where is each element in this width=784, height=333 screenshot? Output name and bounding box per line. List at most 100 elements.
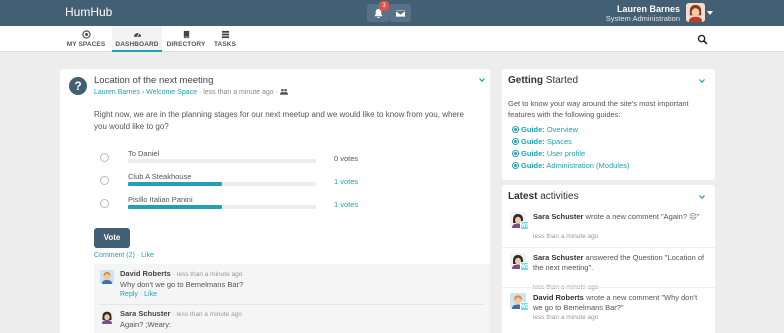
play-circle-icon <box>512 150 519 157</box>
guide-overview-link[interactable]: Guide: Overview <box>512 125 578 134</box>
envelope-icon <box>395 9 405 17</box>
chevron-down-icon[interactable] <box>699 78 705 84</box>
user-title: System Administration <box>605 14 680 23</box>
activity-text: Sara Schuster answered the Question "Loc… <box>533 253 708 273</box>
messages-button[interactable] <box>389 4 411 22</box>
comment-avatar[interactable] <box>100 270 114 284</box>
search-icon[interactable] <box>697 34 708 45</box>
poll-vote-count[interactable]: 1 votes <box>334 177 358 186</box>
guide-label: Overview <box>546 125 579 134</box>
user-avatar[interactable] <box>686 3 705 22</box>
poll-vote-count: 0 votes <box>334 154 359 163</box>
comment-avatar[interactable] <box>100 310 114 324</box>
comment-time: less than a minute ago <box>176 271 243 278</box>
poll-post-panel: ? Location of the next meeting Lauren Ba… <box>60 69 490 333</box>
tachometer-icon <box>133 32 141 37</box>
book-icon <box>183 30 189 39</box>
poll-option-radio[interactable] <box>100 176 109 185</box>
question-icon: ? <box>69 77 87 95</box>
top-bar: HumHub 3 Lauren Barnes System Administra… <box>0 0 784 26</box>
guide-administration-link[interactable]: Guide: Administration (Modules) <box>512 161 629 170</box>
title-bold: Getting <box>508 75 543 86</box>
getting-started-title: Getting Started <box>508 75 578 86</box>
dot-circle-icon <box>81 30 91 39</box>
comments-section: David Roberts · less than a minute ago W… <box>94 264 490 333</box>
brand-logo[interactable]: HumHub <box>65 5 112 19</box>
notification-count-badge: 3 <box>379 1 389 11</box>
comment-author[interactable]: David Roberts <box>120 269 171 278</box>
user-name[interactable]: Lauren Barnes <box>560 4 680 14</box>
post-title: Location of the next meeting <box>94 75 214 86</box>
guide-prefix: Guide: <box>521 161 545 170</box>
poll-option-radio[interactable] <box>100 153 109 162</box>
activity-text: Sara Schuster wrote a new comment "Again… <box>533 212 708 222</box>
activity-divider <box>502 287 715 288</box>
post-author-link[interactable]: Lauren Barnes <box>94 89 140 96</box>
post-meta: Lauren Barnes › Welcome Space · less tha… <box>94 88 288 96</box>
activity-text: David Roberts wrote a new comment "Why d… <box>533 293 708 313</box>
poll-option-label: To Daniel <box>128 149 160 158</box>
comment-header: David Roberts · less than a minute ago <box>120 269 242 278</box>
comment-actions: Reply · Like <box>120 291 157 298</box>
post-time: less than a minute ago <box>203 89 274 96</box>
title-rest: Started <box>543 75 579 86</box>
comment-header: Sara Schuster · less than a minute ago <box>120 309 242 318</box>
nav-label: DASHBOARD <box>115 41 159 48</box>
activity-author: David Roberts <box>533 293 584 302</box>
nav-my-spaces[interactable]: MY SPACES <box>62 26 110 52</box>
comment-text: Why don't we go to Bemelmans Bar? <box>120 280 244 289</box>
poll-option: Pisillo Italian Panini 1 votes <box>100 195 360 212</box>
activity-divider <box>502 247 715 248</box>
poll-vote-count[interactable]: 1 votes <box>334 200 358 209</box>
guide-label: Spaces <box>546 137 572 146</box>
play-circle-icon <box>512 126 519 133</box>
nav-label: MY SPACES <box>66 41 106 48</box>
poll-option-label: Pisillo Italian Panini <box>128 195 193 204</box>
like-link[interactable]: Like <box>141 252 154 259</box>
nav-label: TASKS <box>213 41 237 48</box>
nav-tasks[interactable]: TASKS <box>210 26 240 52</box>
avatar-image <box>686 3 705 22</box>
title-rest: activities <box>537 191 579 202</box>
chevron-down-icon[interactable] <box>479 77 485 83</box>
guide-label: User profile <box>546 149 586 158</box>
poll-result-fill <box>128 205 222 209</box>
space-badge: WS <box>520 302 530 311</box>
poll-option-label: Club A Steakhouse <box>128 172 192 181</box>
space-badge: WS <box>520 262 530 271</box>
post-actions: Comment (2) · Like <box>94 252 154 259</box>
comment-divider <box>100 304 484 305</box>
latest-activities-panel: Latest activities WS Sara Schuster wrote… <box>502 185 715 333</box>
nav-dashboard[interactable]: DASHBOARD <box>112 26 162 52</box>
guide-user-profile-link[interactable]: Guide: User profile <box>512 149 585 158</box>
getting-started-intro: Get to know your way around the site's m… <box>508 99 689 119</box>
avatar-image <box>100 310 114 324</box>
post-space-link[interactable]: Welcome Space <box>146 89 197 96</box>
comment-author[interactable]: Sara Schuster <box>120 309 170 318</box>
guide-spaces-link[interactable]: Guide: Spaces <box>512 137 572 146</box>
comment-link[interactable]: Comment (2) <box>94 252 135 259</box>
poll-result-fill <box>128 182 222 186</box>
post-body: Right now, we are in the planning stages… <box>94 110 464 131</box>
title-bold: Latest <box>508 191 538 202</box>
user-menu-caret-icon[interactable] <box>707 11 713 15</box>
chevron-down-icon[interactable] <box>699 194 705 200</box>
poll-result-bar <box>128 159 316 163</box>
notifications-button[interactable]: 3 <box>367 1 389 22</box>
vote-button[interactable]: Vote <box>94 228 130 248</box>
main-navigation: MY SPACES DASHBOARD DIRECTORY TASKS <box>0 26 784 52</box>
poll-option-radio[interactable] <box>100 199 109 208</box>
activity-time: less than a minute ago <box>533 314 599 321</box>
comment-reply-link[interactable]: Reply <box>120 291 138 298</box>
comment-like-link[interactable]: Like <box>144 291 157 298</box>
play-circle-icon <box>512 162 519 169</box>
activity-action: wrote a new comment "Again? ☹" <box>583 212 700 221</box>
poll-option: To Daniel 0 votes <box>100 149 360 166</box>
guide-prefix: Guide: <box>521 125 545 134</box>
activity-time: less than a minute ago <box>533 233 599 240</box>
tasks-icon <box>221 30 229 39</box>
guide-label: Administration (Modules) <box>546 161 630 170</box>
nav-directory[interactable]: DIRECTORY <box>166 26 206 52</box>
poll-result-bar <box>128 205 316 209</box>
play-circle-icon <box>512 138 519 145</box>
